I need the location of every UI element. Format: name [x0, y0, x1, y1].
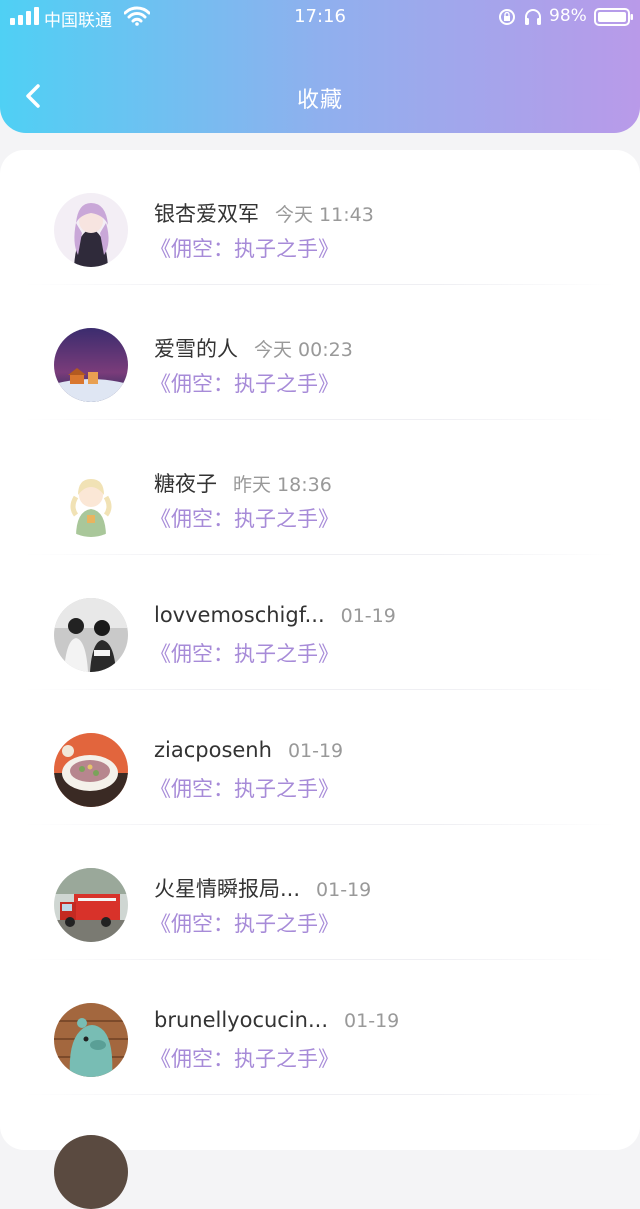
avatar[interactable]: [54, 193, 128, 267]
favorite-time: 今天 11:43: [275, 204, 374, 226]
avatar[interactable]: [54, 463, 128, 537]
status-bar: 中国联通 17:16 98%: [0, 0, 640, 34]
favorite-item[interactable]: 银杏爱双军 今天 11:43 《佣空：执子之手》: [0, 150, 640, 285]
user-name: 爱雪的人: [154, 337, 238, 361]
user-name: lovvemoschigf...: [154, 603, 325, 627]
avatar[interactable]: [54, 1135, 128, 1209]
status-time: 17:16: [294, 6, 346, 27]
divider: [24, 1094, 616, 1095]
rotation-lock-icon: [499, 9, 515, 25]
avatar[interactable]: [54, 598, 128, 672]
work-title-link[interactable]: 《佣空：执子之手》: [150, 368, 339, 398]
favorite-item[interactable]: ziacposenh 01-19 《佣空：执子之手》: [0, 690, 640, 825]
avatar[interactable]: [54, 733, 128, 807]
battery-icon: [594, 8, 633, 26]
page-title: 收藏: [296, 88, 343, 113]
favorite-time: 01-19: [316, 879, 372, 901]
avatar[interactable]: [54, 1003, 128, 1077]
work-title-link[interactable]: 《佣空：执子之手》: [150, 908, 339, 938]
work-title-link[interactable]: 《佣空：执子之手》: [150, 773, 339, 803]
favorite-item[interactable]: brunellyocucin... 01-19 《佣空：执子之手》: [0, 960, 640, 1095]
avatar[interactable]: [54, 868, 128, 942]
headphones-icon: [525, 9, 541, 25]
favorite-time: 01-19: [287, 740, 344, 762]
favorite-item[interactable]: 火星情瞬报局... 01-19 《佣空：执子之手》: [0, 825, 640, 960]
work-title-link[interactable]: 《佣空：执子之手》: [150, 1043, 339, 1073]
favorites-card: 银杏爱双军 今天 11:43 《佣空：执子之手》 爱雪的人 今天 00:23 《…: [0, 150, 640, 1209]
avatar[interactable]: [54, 328, 128, 402]
user-name: 银杏爱双军: [154, 202, 259, 226]
user-name: ziacposenh: [154, 738, 272, 762]
user-name: brunellyocucin...: [154, 1008, 329, 1032]
battery-percent: 98%: [549, 6, 587, 26]
header-bar: 中国联通 17:16 98% 收藏: [0, 0, 640, 133]
favorite-item[interactable]: 糖夜子 昨天 18:36 《佣空：执子之手》: [0, 420, 640, 555]
user-name: 火星情瞬报局...: [154, 877, 301, 901]
favorite-item[interactable]: 爱雪的人 今天 00:23 《佣空：执子之手》: [0, 285, 640, 420]
favorite-time: 昨天 18:36: [233, 474, 332, 496]
favorite-item[interactable]: lovvemoschigf... 01-19 《佣空：执子之手》: [0, 555, 640, 690]
favorites-list: 银杏爱双军 今天 11:43 《佣空：执子之手》 爱雪的人 今天 00:23 《…: [0, 150, 640, 1095]
favorite-time: 01-19: [344, 1010, 400, 1032]
user-name: 糖夜子: [154, 472, 217, 496]
work-title-link[interactable]: 《佣空：执子之手》: [150, 233, 339, 263]
work-title-link[interactable]: 《佣空：执子之手》: [150, 503, 339, 533]
work-title-link[interactable]: 《佣空：执子之手》: [150, 638, 339, 668]
favorite-time: 01-19: [340, 605, 396, 627]
favorite-time: 今天 00:23: [254, 339, 353, 361]
